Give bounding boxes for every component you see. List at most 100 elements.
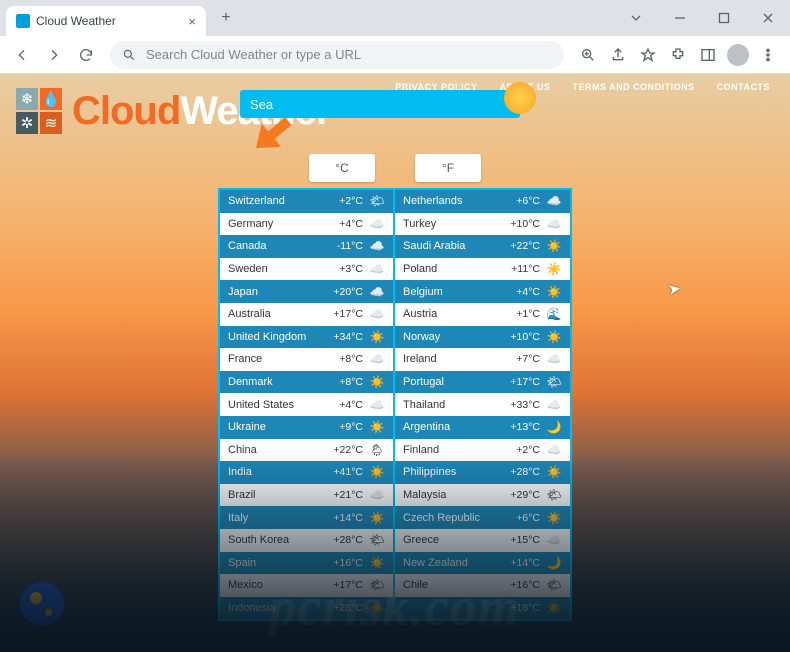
weather-icon: ☀️ bbox=[369, 511, 385, 525]
share-icon[interactable] bbox=[604, 41, 632, 69]
country-name: India bbox=[228, 466, 319, 478]
country-name: Belgium bbox=[403, 286, 496, 298]
weather-row[interactable]: United Kingdom+34°C☀️ bbox=[220, 326, 393, 349]
profile-avatar[interactable] bbox=[724, 41, 752, 69]
side-panel-icon[interactable] bbox=[694, 41, 722, 69]
country-name: New Zealand bbox=[403, 557, 496, 569]
weather-row[interactable]: Ukraine+9°C☀️ bbox=[220, 416, 393, 439]
weather-row[interactable]: Finland+2°C☁️ bbox=[395, 439, 570, 462]
weather-row[interactable]: China+22°C🌦 bbox=[220, 439, 393, 462]
weather-row[interactable]: Netherlands+6°C☁️ bbox=[395, 190, 570, 213]
weather-row[interactable]: Chile+16°C🌤 bbox=[395, 574, 570, 597]
browser-toolbar: Search Cloud Weather or type a URL bbox=[0, 36, 790, 74]
temperature-value: +16°C bbox=[325, 557, 363, 569]
extensions-icon[interactable] bbox=[664, 41, 692, 69]
weather-icon: 🌊 bbox=[546, 307, 562, 321]
temperature-value: +14°C bbox=[325, 512, 363, 524]
weather-row[interactable]: Ireland+7°C☁️ bbox=[395, 348, 570, 371]
weather-icon: ☀️ bbox=[546, 465, 562, 479]
temperature-value: +4°C bbox=[502, 286, 540, 298]
weather-row[interactable]: Czech Republic+6°C☀️ bbox=[395, 506, 570, 529]
unit-fahrenheit-button[interactable]: °F bbox=[415, 154, 481, 182]
weather-row[interactable]: Thailand+33°C☁️ bbox=[395, 393, 570, 416]
temperature-value: +4°C bbox=[325, 218, 363, 230]
weather-row[interactable]: Australia+17°C☁️ bbox=[220, 303, 393, 326]
zoom-icon[interactable] bbox=[574, 41, 602, 69]
new-tab-button[interactable]: + bbox=[214, 6, 238, 30]
site-search-input[interactable]: Sea bbox=[240, 90, 520, 118]
weather-row[interactable]: Greece+15°C☁️ bbox=[395, 529, 570, 552]
country-name: Ukraine bbox=[228, 421, 319, 433]
weather-row[interactable]: Philippines+28°C☀️ bbox=[395, 461, 570, 484]
back-button[interactable] bbox=[8, 41, 36, 69]
close-tab-icon[interactable]: × bbox=[188, 14, 196, 29]
weather-row[interactable]: Canada-11°C☁️ bbox=[220, 235, 393, 258]
temperature-value: +22°C bbox=[502, 240, 540, 252]
weather-row[interactable]: Norway+10°C☀️ bbox=[395, 326, 570, 349]
weather-row[interactable]: United States+4°C☁️ bbox=[220, 393, 393, 416]
weather-panel: Switzerland+2°C🌤Germany+4°C☁️Canada-11°C… bbox=[218, 188, 572, 621]
weather-row[interactable]: Japan+20°C☁️ bbox=[220, 280, 393, 303]
weather-row[interactable]: France+8°C☁️ bbox=[220, 348, 393, 371]
country-name: South Korea bbox=[228, 534, 319, 546]
country-name: Philippines bbox=[403, 466, 496, 478]
country-name: Greece bbox=[403, 534, 496, 546]
menu-button[interactable] bbox=[754, 41, 782, 69]
browser-tab[interactable]: Cloud Weather × bbox=[6, 6, 206, 36]
temperature-value: +2°C bbox=[502, 444, 540, 456]
weather-row[interactable]: Germany+4°C☁️ bbox=[220, 213, 393, 236]
weather-row[interactable]: Sweden+3°C☁️ bbox=[220, 258, 393, 281]
weather-row[interactable]: Saudi Arabia+22°C☀️ bbox=[395, 235, 570, 258]
country-name: Canada bbox=[228, 240, 319, 252]
weather-row[interactable]: Spain+16°C☀️ bbox=[220, 552, 393, 575]
weather-icon: 🌤 bbox=[546, 578, 562, 592]
temperature-value: +34°C bbox=[325, 331, 363, 343]
country-name: Australia bbox=[228, 308, 319, 320]
weather-icon: 🌤 bbox=[546, 488, 562, 502]
tab-title: Cloud Weather bbox=[36, 14, 116, 28]
weather-icon: ☁️ bbox=[369, 352, 385, 366]
weather-row[interactable]: Switzerland+2°C🌤 bbox=[220, 190, 393, 213]
weather-icon: ☁️ bbox=[546, 352, 562, 366]
country-name: Malaysia bbox=[403, 489, 496, 501]
country-name: Sweden bbox=[228, 263, 319, 275]
temperature-value: +7°C bbox=[502, 353, 540, 365]
weather-row[interactable]: Mexico+17°C🌤 bbox=[220, 574, 393, 597]
weather-row[interactable]: Italy+14°C☀️ bbox=[220, 506, 393, 529]
weather-icon: 🌤 bbox=[546, 375, 562, 389]
omnibox[interactable]: Search Cloud Weather or type a URL bbox=[110, 41, 564, 69]
maximize-button[interactable] bbox=[702, 0, 746, 36]
weather-icon: ☀️ bbox=[369, 420, 385, 434]
forward-button[interactable] bbox=[40, 41, 68, 69]
bookmark-icon[interactable] bbox=[634, 41, 662, 69]
titlebar: Cloud Weather × + bbox=[0, 0, 790, 36]
weather-row[interactable]: South Korea+28°C🌤 bbox=[220, 529, 393, 552]
weather-row[interactable]: Turkey+10°C☁️ bbox=[395, 213, 570, 236]
minimize-button[interactable] bbox=[658, 0, 702, 36]
temperature-value: +10°C bbox=[502, 331, 540, 343]
temperature-value: +8°C bbox=[325, 376, 363, 388]
weather-row[interactable]: Belgium+4°C☀️ bbox=[395, 280, 570, 303]
weather-row[interactable]: Poland+11°C☀️ bbox=[395, 258, 570, 281]
weather-icon: ☀️ bbox=[369, 330, 385, 344]
weather-row[interactable]: India+41°C☀️ bbox=[220, 461, 393, 484]
weather-row[interactable]: Denmark+8°C☀️ bbox=[220, 371, 393, 394]
weather-row[interactable]: Portugal+17°C🌤 bbox=[395, 371, 570, 394]
temperature-value: +18°C bbox=[502, 602, 540, 614]
weather-row[interactable]: Argentina+13°C🌙 bbox=[395, 416, 570, 439]
weather-row[interactable]: +18°C☀️ bbox=[395, 597, 570, 620]
weather-row[interactable]: Indonesia+28°C☀️ bbox=[220, 597, 393, 620]
close-window-button[interactable] bbox=[746, 0, 790, 36]
weather-icon: ☁️ bbox=[546, 217, 562, 231]
reload-button[interactable] bbox=[72, 41, 100, 69]
weather-icon: 🌦 bbox=[369, 443, 385, 457]
weather-row[interactable]: Malaysia+29°C🌤 bbox=[395, 484, 570, 507]
nav-contacts[interactable]: CONTACTS bbox=[717, 82, 770, 92]
weather-row[interactable]: New Zealand+14°C🌙 bbox=[395, 552, 570, 575]
weather-row[interactable]: Brazil+21°C☁️ bbox=[220, 484, 393, 507]
unit-celsius-button[interactable]: °C bbox=[309, 154, 375, 182]
dropdown-caret-icon[interactable] bbox=[614, 0, 658, 36]
weather-row[interactable]: Austria+1°C🌊 bbox=[395, 303, 570, 326]
nav-terms[interactable]: TERMS AND CONDITIONS bbox=[572, 82, 694, 92]
floating-help-button[interactable] bbox=[20, 582, 64, 626]
